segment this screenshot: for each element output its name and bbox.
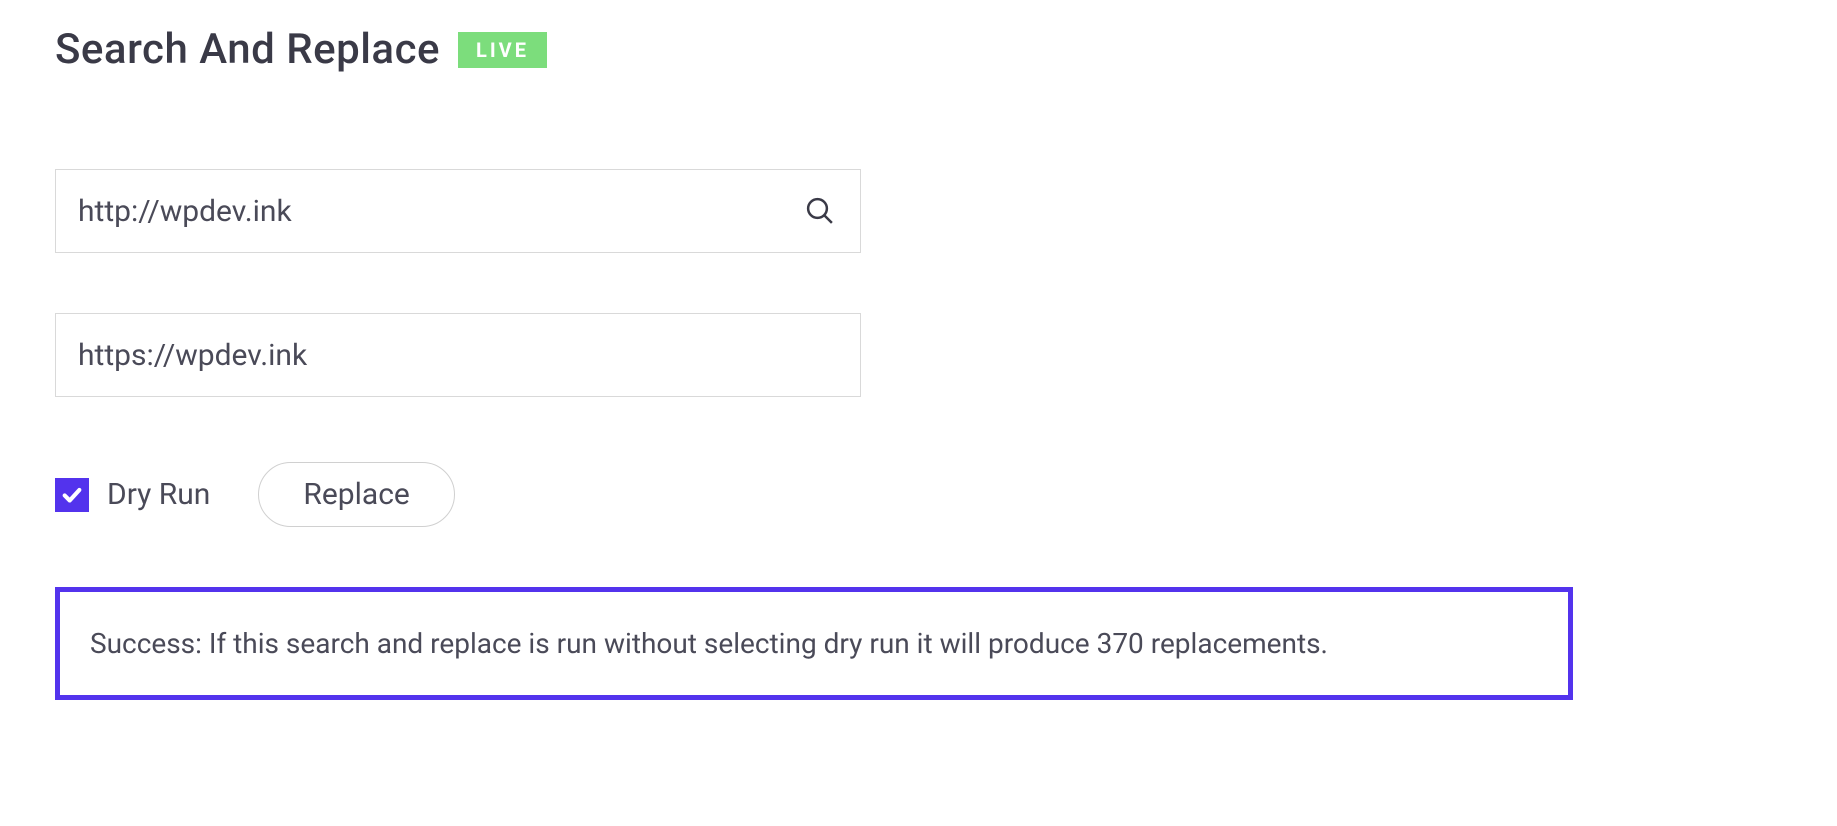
- search-input-wrapper: [55, 169, 861, 253]
- page-header: Search And Replace LIVE: [55, 25, 1782, 74]
- search-input[interactable]: [55, 169, 861, 253]
- result-box: Success: If this search and replace is r…: [55, 587, 1573, 700]
- page-title: Search And Replace: [55, 25, 440, 74]
- replace-input-wrapper: [55, 313, 861, 397]
- replace-input[interactable]: [55, 313, 861, 397]
- result-message: Success: If this search and replace is r…: [90, 624, 1538, 663]
- dry-run-group: Dry Run: [55, 477, 210, 512]
- check-icon: [61, 484, 83, 506]
- controls-row: Dry Run Replace: [55, 462, 1782, 527]
- environment-badge: LIVE: [458, 32, 547, 68]
- replace-button[interactable]: Replace: [258, 462, 454, 527]
- dry-run-label: Dry Run: [107, 477, 210, 512]
- dry-run-checkbox[interactable]: [55, 478, 89, 512]
